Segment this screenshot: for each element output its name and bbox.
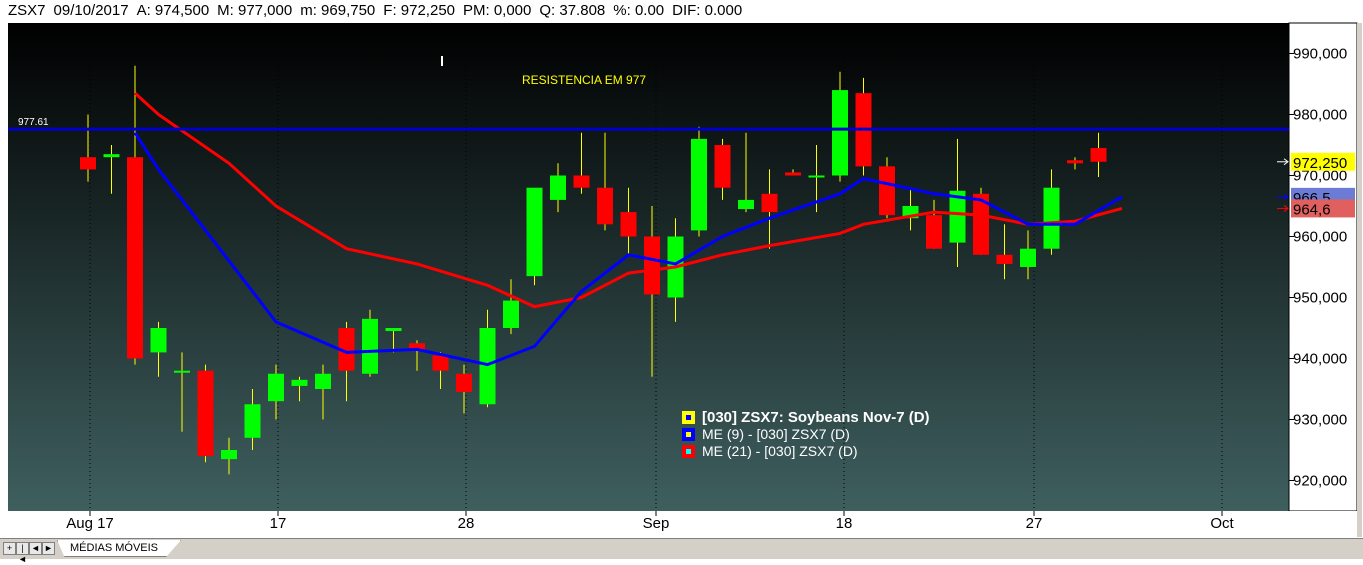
legend-marker-inner <box>686 432 691 437</box>
y-tick-label: 980,000 <box>1293 107 1347 124</box>
ema21-marker-label: 964,6 <box>1293 201 1331 218</box>
candle-body-up <box>385 328 402 332</box>
info-dif: DIF: 0.000 <box>672 2 743 19</box>
candle-body-down <box>432 355 449 371</box>
legend-marker-inner <box>686 415 691 420</box>
tab-medias-moveis[interactable]: MÉDIAS MÓVEIS <box>57 540 182 557</box>
info-pm: PM: 0,000 <box>463 2 532 19</box>
nav-prev-button[interactable]: |◄ <box>16 542 29 564</box>
candle-body-up <box>1043 187 1060 249</box>
candle-body-up <box>503 300 519 328</box>
y-tick-label: 950,000 <box>1293 290 1347 307</box>
resistance-annotation: RESISTENCIA EM 977 <box>522 73 646 87</box>
candle-body-down <box>1090 148 1107 162</box>
candle-body-up <box>174 370 190 373</box>
y-tick-label: 960,000 <box>1293 229 1347 246</box>
candle-body-up <box>550 175 566 200</box>
info-date: 09/10/2017 <box>53 2 129 19</box>
legend-item-label: ME (21) - [030] ZSX7 (D) <box>702 443 858 459</box>
candle-body-up <box>221 450 237 460</box>
y-tick-label: 930,000 <box>1293 412 1347 429</box>
candle-body-down <box>926 215 942 249</box>
candle-body-up <box>268 373 284 402</box>
candle-body-down <box>456 373 472 393</box>
info-symbol: ZSX7 <box>8 2 46 19</box>
candle-body-up <box>1020 248 1036 267</box>
x-axis-strip <box>8 511 1357 537</box>
candle-body-up <box>808 175 825 178</box>
y-tick-label: 940,000 <box>1293 351 1347 368</box>
legend-item-label: [030] ZSX7: Soybeans Nov-7 (D) <box>702 409 930 426</box>
candle-body-down <box>1067 160 1083 164</box>
nav-first-button[interactable]: + <box>3 542 16 555</box>
resistance-value-label: 977.61 <box>18 117 49 128</box>
quote-info-bar: ZSX7 09/10/2017 A: 974,500 M: 977,000 m: 969… <box>0 0 1363 22</box>
nav-next-button[interactable]: ► <box>42 542 55 555</box>
candle-body-up <box>832 90 848 176</box>
sheet-tab-bar: + |◄ ◄ ► MÉDIAS MÓVEIS <box>0 538 1363 564</box>
close-price-marker-label: 972,250 <box>1293 155 1347 172</box>
candle-body-up <box>362 318 378 374</box>
candle-body-down <box>80 157 96 170</box>
legend-marker-inner <box>686 449 691 454</box>
candle-body-up <box>691 138 707 231</box>
info-open: A: 974,500 <box>136 2 210 19</box>
candle-body-up <box>103 154 120 158</box>
info-close: F: 972,250 <box>383 2 455 19</box>
info-qty: Q: 37.808 <box>539 2 606 19</box>
candle-body-down <box>597 187 613 225</box>
right-scrollbar <box>1357 23 1362 537</box>
info-min: m: 969,750 <box>300 2 376 19</box>
x-tick-label: 27 <box>1026 515 1043 532</box>
x-tick-label: 17 <box>270 515 287 532</box>
legend-item-label: ME (9) - [030] ZSX7 (D) <box>702 426 850 442</box>
candle-body-up <box>315 373 331 389</box>
candlestick-chart[interactable]: 920,000930,000940,000950,000960,000970,0… <box>0 22 1363 538</box>
y-tick-label: 990,000 <box>1293 46 1347 63</box>
x-tick-label: 28 <box>458 515 475 532</box>
candle-body-down <box>785 172 801 176</box>
candle-body-up <box>291 379 308 386</box>
candle-body-up <box>738 199 754 210</box>
candle-body-down <box>197 370 214 457</box>
candle-body-up <box>244 404 261 438</box>
x-tick-label: Aug 17 <box>66 515 114 532</box>
info-max: M: 977,000 <box>217 2 293 19</box>
x-tick-label: Sep <box>643 515 670 532</box>
y-tick-label: 920,000 <box>1293 473 1347 490</box>
nav-back-button[interactable]: ◄ <box>29 542 42 555</box>
candle-body-up <box>526 187 543 277</box>
candle-body-down <box>620 212 637 237</box>
candle-body-down <box>573 175 590 188</box>
candle-body-down <box>879 166 895 216</box>
y-axis-strip <box>1288 22 1358 512</box>
candle-body-down <box>996 254 1013 264</box>
candle-body-down <box>644 236 660 295</box>
x-tick-label: 18 <box>836 515 853 532</box>
candle-body-down <box>714 145 731 188</box>
candle-body-down <box>761 193 778 213</box>
info-pct: %: 0.00 <box>613 2 665 19</box>
candle-body-down <box>127 157 143 359</box>
x-tick-label: Oct <box>1210 515 1234 532</box>
candle-body-up <box>150 328 167 353</box>
